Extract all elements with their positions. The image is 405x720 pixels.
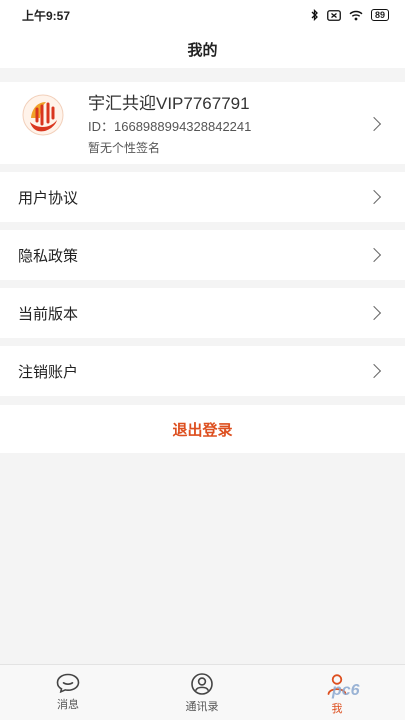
contacts-icon <box>191 673 213 695</box>
profile-info: 宇汇共迎VIP7767791 ID：1668988994328842241 暂无… <box>88 94 251 156</box>
nav-label: 我 <box>331 703 343 715</box>
page-title: 我的 <box>187 41 218 59</box>
menu-item-label: 注销账户 <box>18 364 79 381</box>
chevron-right-icon <box>366 189 382 205</box>
page-header: 我的 <box>0 30 405 68</box>
menu-item-label: 用户协议 <box>18 190 79 207</box>
chevron-right-icon <box>366 116 382 132</box>
logout-label: 退出登录 <box>172 421 233 439</box>
profile-signature: 暂无个性签名 <box>88 141 161 155</box>
mute-icon <box>327 9 341 21</box>
menu-item-label: 当前版本 <box>18 306 79 323</box>
menu-item-label: 隐私政策 <box>18 248 79 265</box>
status-icons: 89 <box>311 9 389 21</box>
watermark: pc6 <box>332 682 360 699</box>
nav-label: 消息 <box>57 699 79 711</box>
nav-item-contacts[interactable]: 通讯录 <box>162 673 242 719</box>
menu-item-delete-account[interactable]: 注销账户 <box>0 346 405 396</box>
status-time: 上午9:57 <box>22 8 71 23</box>
battery-icon: 89 <box>370 9 389 21</box>
profile-card[interactable]: 宇汇共迎VIP7767791 ID：1668988994328842241 暂无… <box>0 82 405 164</box>
bluetooth-icon <box>311 9 318 21</box>
chevron-right-icon <box>366 363 382 379</box>
profile-id: ID：1668988994328842241 <box>88 119 252 134</box>
message-icon <box>56 673 80 693</box>
status-bar: 上午9:57 89 <box>0 0 405 30</box>
nav-label: 通讯录 <box>185 701 219 713</box>
nav-item-messages[interactable]: 消息 <box>28 673 108 719</box>
menu-item-privacy-policy[interactable]: 隐私政策 <box>0 230 405 280</box>
avatar <box>22 94 64 136</box>
wifi-icon <box>349 10 363 20</box>
chevron-right-icon <box>366 305 382 321</box>
menu-item-user-agreement[interactable]: 用户协议 <box>0 172 405 222</box>
chevron-right-icon <box>366 247 382 263</box>
profile-name: 宇汇共迎VIP7767791 <box>88 94 250 113</box>
logout-button[interactable]: 退出登录 <box>0 405 405 453</box>
menu-item-current-version[interactable]: 当前版本 <box>0 288 405 338</box>
